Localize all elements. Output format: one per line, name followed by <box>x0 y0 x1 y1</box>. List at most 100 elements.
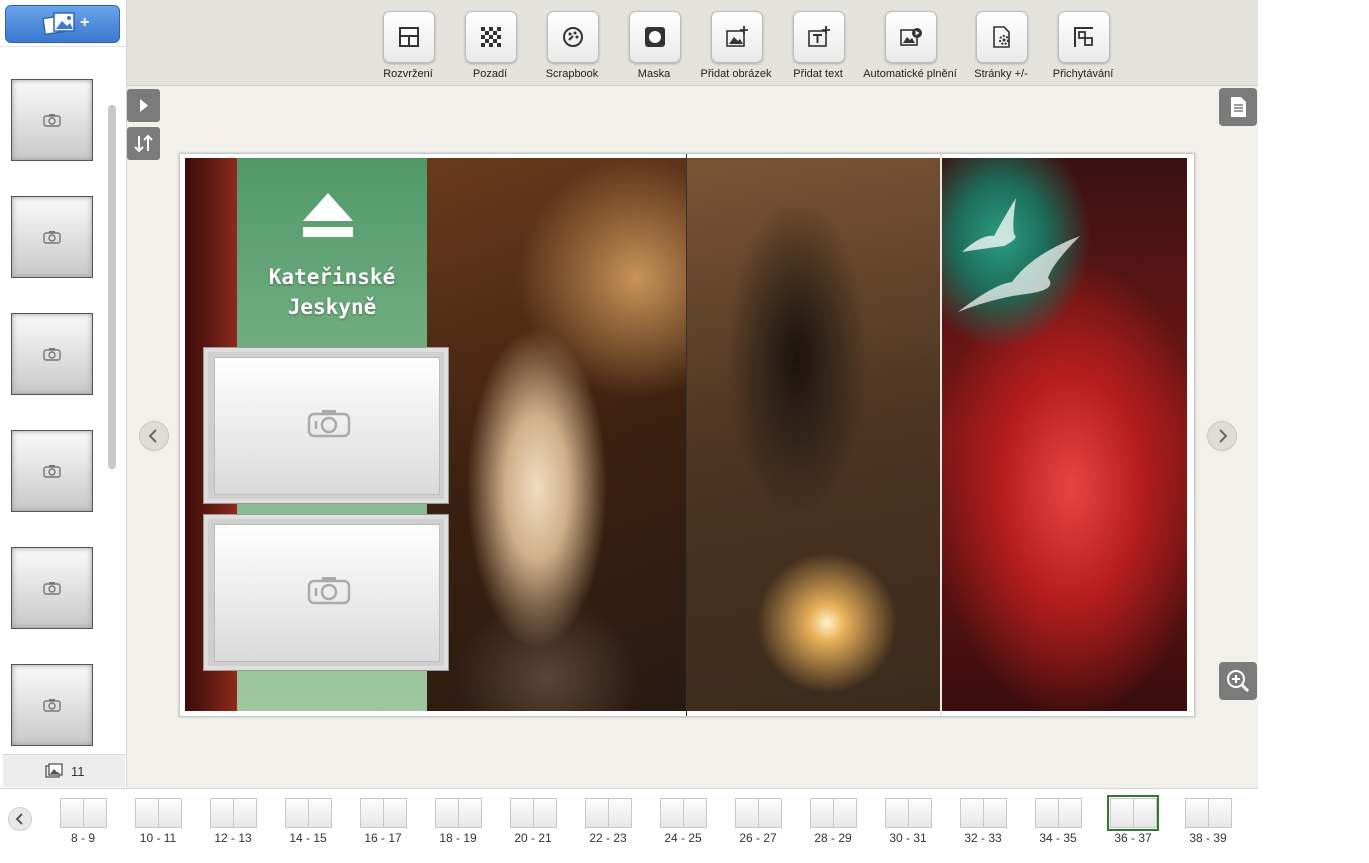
page-pair-preview <box>810 798 857 828</box>
photo-placeholder[interactable] <box>11 79 93 161</box>
page-range-label: 36 - 37 <box>1114 831 1152 845</box>
page-range-label: 14 - 15 <box>289 831 327 845</box>
page-thumbnail[interactable]: 28 - 29 <box>803 793 863 845</box>
expand-panel-button[interactable] <box>127 89 160 122</box>
page-thumbnail[interactable]: 8 - 9 <box>53 793 113 845</box>
photo-placeholder[interactable] <box>11 547 93 629</box>
left-page <box>360 798 384 828</box>
spread-title[interactable]: Kateřinské Jeskyně <box>237 262 427 322</box>
photo-slot-inner <box>214 524 440 662</box>
photo-sidebar: + 11 <box>0 0 127 788</box>
autofill-button[interactable] <box>885 11 937 63</box>
page-pair-preview <box>360 798 407 828</box>
right-page <box>158 798 182 828</box>
page-thumbnail[interactable]: 26 - 27 <box>728 793 788 845</box>
right-page <box>83 798 107 828</box>
page-range-label: 20 - 21 <box>514 831 552 845</box>
autofill-icon <box>900 28 922 46</box>
page-thumbnail[interactable]: 36 - 37 <box>1103 793 1163 845</box>
book-spread[interactable]: Kateřinské Jeskyně <box>179 153 1195 717</box>
empty-photo-slot[interactable] <box>203 347 449 504</box>
snap-tool[interactable]: Přichytávání <box>1038 0 1128 85</box>
left-page <box>285 798 309 828</box>
scrapbook-button[interactable] <box>547 11 599 63</box>
toolbar: Rozvržení Pozadí Scrapbook Maska Přidat … <box>127 0 1258 86</box>
left-page <box>210 798 234 828</box>
sort-arrows-icon <box>134 134 153 153</box>
right-page <box>1208 798 1232 828</box>
photo-placeholder[interactable] <box>11 664 93 746</box>
add-symbol: + <box>80 14 90 31</box>
cave-photo-left[interactable] <box>427 158 687 711</box>
page-thumbnail[interactable]: 20 - 21 <box>503 793 563 845</box>
page-range-label: 16 - 17 <box>364 831 402 845</box>
page-thumbnail[interactable]: 12 - 13 <box>203 793 263 845</box>
chevron-left-icon <box>15 813 23 825</box>
page-pair-preview <box>210 798 257 828</box>
page-thumbnail[interactable]: 14 - 15 <box>278 793 338 845</box>
zoom-button[interactable] <box>1219 662 1257 700</box>
page-strip-prev-button[interactable] <box>8 807 32 831</box>
page-thumbnail[interactable]: 22 - 23 <box>578 793 638 845</box>
page-thumbnail[interactable]: 30 - 31 <box>878 793 938 845</box>
page-thumbnail[interactable]: 38 - 39 <box>1178 793 1238 845</box>
add-image-button[interactable] <box>711 11 763 63</box>
page-pair-preview <box>960 798 1007 828</box>
photo-placeholder[interactable] <box>11 196 93 278</box>
page-thumbnail[interactable]: 32 - 33 <box>953 793 1013 845</box>
left-page <box>1110 798 1134 828</box>
page-range-label: 26 - 27 <box>739 831 777 845</box>
mask-button[interactable] <box>629 11 681 63</box>
add-photos-button[interactable]: + <box>5 5 120 43</box>
camera-icon <box>43 348 61 361</box>
left-page <box>1185 798 1209 828</box>
eject-icon <box>303 193 353 237</box>
add-text-tool[interactable]: Přidat text <box>773 0 863 85</box>
page-settings-button[interactable] <box>1219 88 1257 126</box>
add-photos-icon <box>42 12 75 36</box>
snap-button[interactable] <box>1058 11 1110 63</box>
bats-decoration-icon <box>958 198 1080 312</box>
chevron-right-icon <box>1219 429 1228 443</box>
page-thumbnail[interactable]: 10 - 11 <box>128 793 188 845</box>
page-thumbnail[interactable]: 18 - 19 <box>428 793 488 845</box>
page-range-label: 32 - 33 <box>964 831 1002 845</box>
add-text-button[interactable] <box>793 11 845 63</box>
page-thumbnail[interactable]: 24 - 25 <box>653 793 713 845</box>
pages-icon <box>993 26 1010 48</box>
left-page <box>510 798 534 828</box>
sidebar-scrollbar[interactable] <box>108 105 116 469</box>
photos-icon <box>45 763 63 778</box>
swap-order-button[interactable] <box>127 127 160 160</box>
pages-button[interactable] <box>976 11 1028 63</box>
left-page <box>810 798 834 828</box>
photo-placeholder[interactable] <box>11 430 93 512</box>
left-page <box>660 798 684 828</box>
page-pair-preview <box>510 798 557 828</box>
left-page <box>885 798 909 828</box>
photo-slot-inner <box>214 357 440 495</box>
left-page <box>585 798 609 828</box>
tool-label: Přichytávání <box>1052 68 1114 80</box>
page-thumbnail[interactable]: 34 - 35 <box>1028 793 1088 845</box>
page-pair-preview <box>735 798 782 828</box>
background-button[interactable] <box>465 11 517 63</box>
right-page <box>383 798 407 828</box>
next-spread-button[interactable] <box>1207 421 1237 451</box>
right-page <box>833 798 857 828</box>
left-page <box>435 798 459 828</box>
page-pair-preview <box>60 798 107 828</box>
autofill-tool[interactable]: Automatické plnění <box>863 0 957 85</box>
snap-icon <box>1074 27 1093 47</box>
cave-photo-center[interactable] <box>687 158 941 711</box>
editor-canvas: Kateřinské Jeskyně <box>127 86 1258 788</box>
left-page <box>135 798 159 828</box>
empty-photo-slot[interactable] <box>203 514 449 671</box>
photo-placeholder[interactable] <box>11 313 93 395</box>
previous-spread-button[interactable] <box>139 421 169 451</box>
photo-list[interactable] <box>0 46 126 753</box>
layout-button[interactable] <box>383 11 435 63</box>
page-thumbnail[interactable]: 16 - 17 <box>353 793 413 845</box>
right-page <box>683 798 707 828</box>
page-pair-preview <box>135 798 182 828</box>
